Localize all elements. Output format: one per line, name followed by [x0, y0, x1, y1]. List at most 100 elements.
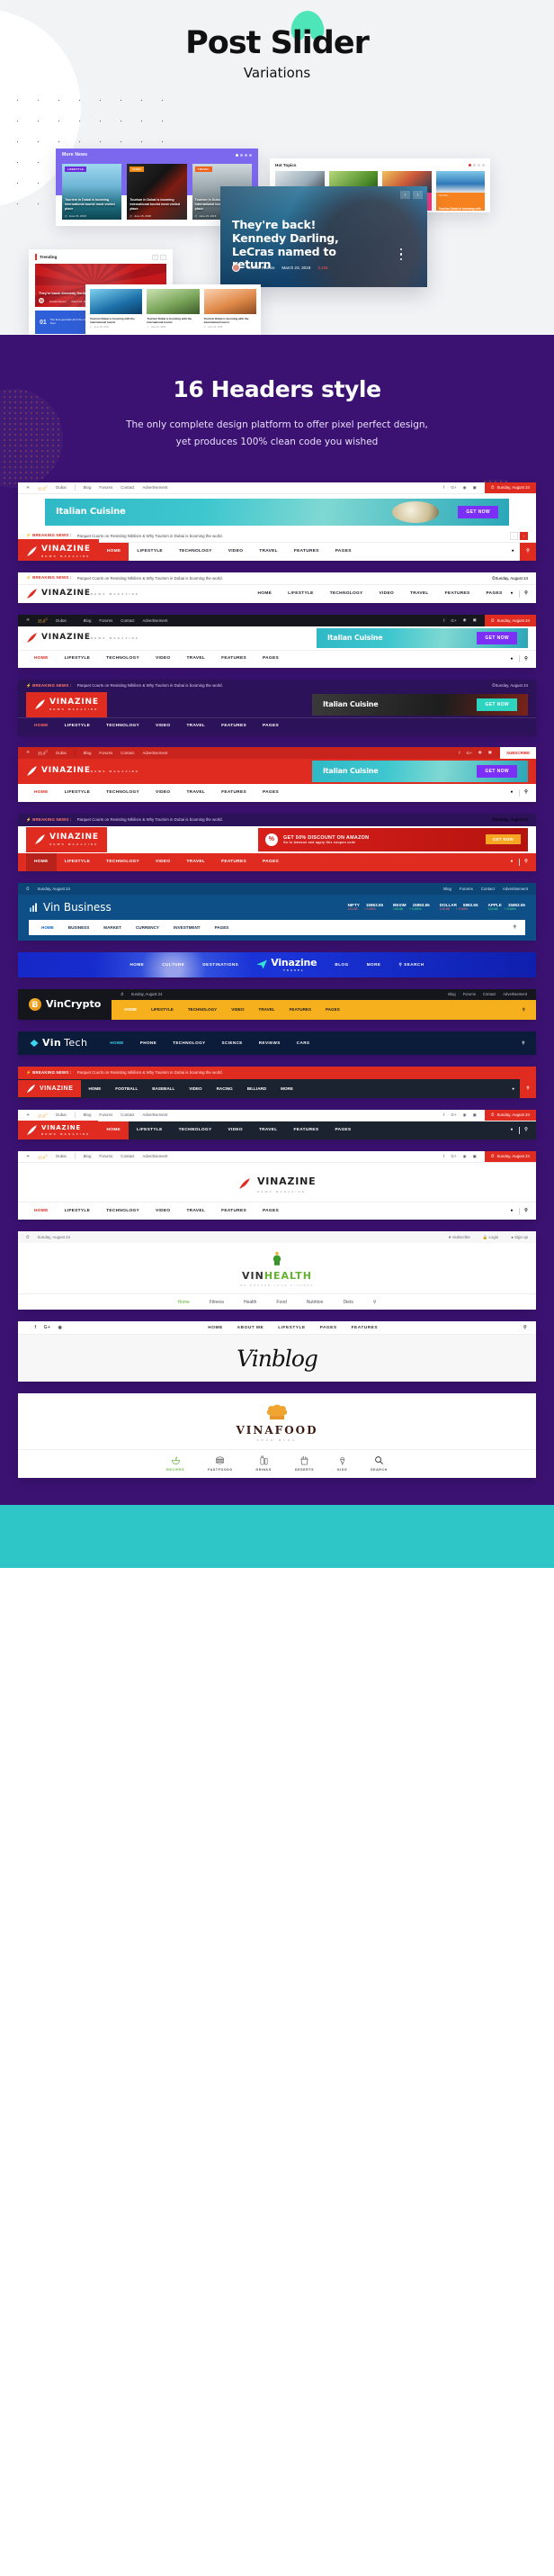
- nav-item-phone[interactable]: PHONE: [132, 1040, 165, 1045]
- subscribe-button[interactable]: SUBSCRIBE: [500, 747, 536, 759]
- nav-item-lifestyle[interactable]: LIFESTYLE: [57, 717, 99, 735]
- nav-item-reviews[interactable]: REVIEWS: [251, 1040, 289, 1045]
- topbar-link-forums[interactable]: Forums: [99, 1112, 112, 1117]
- header-vinbusiness[interactable]: ⏱ Sunday, August 24 Blog Forums Contact …: [18, 883, 536, 941]
- ad-cta-button[interactable]: GET NOW: [486, 834, 521, 844]
- ticker-item[interactable]: DOLLAR 5863.55 143.88 + 0.65%: [440, 903, 478, 911]
- nav-item-pages[interactable]: PAGES: [255, 853, 287, 871]
- main-nav[interactable]: RECIPES FASTFOODS DRINKS DESERTS KIDS SE…: [18, 1449, 536, 1478]
- search-icon[interactable]: ⚲: [524, 657, 528, 662]
- topbar-link-forums[interactable]: Forums: [99, 751, 112, 755]
- ad-banner-italian-cuisine[interactable]: Italian Cuisine GET NOW: [45, 499, 509, 526]
- ticker-item[interactable]: NIFTY 15863.55 143.88 + 0.65%: [348, 903, 383, 911]
- login-link[interactable]: 🔒 Login: [483, 1235, 498, 1240]
- nav-item-features[interactable]: FEATURES: [213, 784, 255, 802]
- nav-item-science[interactable]: SCIENCE: [214, 1040, 251, 1045]
- main-nav[interactable]: Home Fitness Health Food Nutrition Diets…: [18, 1293, 536, 1310]
- facebook-icon[interactable]: f: [443, 618, 444, 623]
- facebook-icon[interactable]: f: [459, 751, 460, 755]
- strip-card[interactable]: Tourism Dubai is booming with the intern…: [147, 289, 199, 332]
- user-icon[interactable]: ●: [510, 591, 513, 596]
- next-arrow-button[interactable]: ›: [520, 532, 528, 540]
- nav-item-lifestyle[interactable]: LIFESTYLE: [57, 1202, 99, 1220]
- main-nav[interactable]: VINAZINE HOME FOOTBALL BASEBALL VIDEO RA…: [18, 1079, 536, 1098]
- user-icon[interactable]: ●: [510, 1128, 513, 1132]
- topbar-link-forums[interactable]: Forums: [99, 618, 112, 623]
- nav-item-video[interactable]: VIDEO: [147, 650, 178, 668]
- search-icon[interactable]: ⚲: [514, 924, 520, 930]
- topbar-link-blog[interactable]: Blog: [84, 618, 92, 623]
- user-icon[interactable]: ●: [510, 1209, 513, 1213]
- nav-item-about-me[interactable]: ABOUT ME: [237, 1326, 264, 1330]
- main-nav[interactable]: HOME LIFESTYLE TECHNOLOGY VIDEO TRAVEL F…: [18, 784, 536, 802]
- nav-item-lifestyle[interactable]: LIFESTYLE: [278, 1326, 305, 1330]
- topbar-links[interactable]: Blog Forums Contact Advertisement: [84, 485, 168, 490]
- topbar-link-blog[interactable]: Blog: [448, 992, 455, 996]
- nav-item-search[interactable]: ⚲ SEARCH: [398, 962, 424, 968]
- brand-logo[interactable]: Vinblog: [18, 1335, 536, 1382]
- nav-item-features[interactable]: FEATURES: [282, 1007, 318, 1012]
- social-links[interactable]: 𝏬 f G+ ◉: [27, 1325, 62, 1330]
- nav-item-technology[interactable]: TECHNOLOGY: [98, 1202, 147, 1220]
- nav-item-pages[interactable]: PAGES: [255, 717, 287, 735]
- pinterest-icon[interactable]: ◉: [463, 485, 467, 491]
- header-vinblog[interactable]: 𝏬 f G+ ◉ HOME ABOUT ME LIFESTYLE PAGES F…: [18, 1321, 536, 1382]
- brand-logo[interactable]: VINAZINE NEWS MAGAZINE: [18, 1163, 536, 1202]
- nav-item-home[interactable]: HOME: [117, 1007, 144, 1012]
- topbar-link-forums[interactable]: Forums: [463, 992, 476, 996]
- user-icon[interactable]: ●: [512, 549, 514, 554]
- header-vinazine-red[interactable]: ☀ 25.8C Dubai Blog Forums Contact Advert…: [18, 747, 536, 802]
- nav-item-drinks[interactable]: DRINKS: [256, 1455, 272, 1472]
- nav-item-home[interactable]: HOME: [99, 543, 130, 561]
- nav-item-travel[interactable]: TRAVEL: [251, 543, 286, 561]
- nav-item-lifestyle[interactable]: LIFESTYLE: [129, 1121, 171, 1139]
- nav-item-technology[interactable]: TECHNOLOGY: [98, 650, 147, 668]
- nav-item-video[interactable]: VIDEO: [220, 543, 251, 561]
- nav-item-home[interactable]: HOME: [26, 1202, 57, 1220]
- topbar-link-advertisement[interactable]: Advertisement: [142, 485, 167, 490]
- nav-item-video[interactable]: VIDEO: [147, 784, 178, 802]
- slider-dots[interactable]: [236, 154, 252, 157]
- brand-logo[interactable]: VINAZINENEWS MAGAZINE: [26, 632, 139, 644]
- prev-arrow-button[interactable]: ‹: [510, 532, 518, 540]
- google-plus-icon[interactable]: G+: [451, 1112, 456, 1117]
- ad-banner-italian-cuisine[interactable]: Italian Cuisine GET NOW: [312, 761, 528, 782]
- brand-logo[interactable]: Vin Tech: [29, 1037, 87, 1049]
- nav-item-food[interactable]: Food: [276, 1300, 286, 1305]
- search-icon[interactable]: ⚲: [373, 1300, 377, 1305]
- pinterest-icon[interactable]: ◉: [478, 750, 482, 755]
- brand-logo[interactable]: Vinazine TRAVEL: [256, 957, 317, 972]
- topbar-link-blog[interactable]: Blog: [443, 887, 451, 891]
- nav-item-lifestyle[interactable]: LIFESTYLE: [57, 784, 99, 802]
- twitter-icon[interactable]: 𝏬: [27, 1325, 28, 1330]
- main-nav[interactable]: HOME BUSINESS MARKET CURRENCY INVESTMENT…: [29, 920, 525, 935]
- header-vinazine-simple[interactable]: ⚡ BREAKING NEWS : Parquet Courts on Resi…: [18, 572, 536, 603]
- nav-item-features[interactable]: FEATURES: [213, 1202, 255, 1220]
- ticker-item[interactable]: APPLE 15863.55 143.88 + 0.65%: [488, 903, 526, 911]
- nav-item-home[interactable]: HOME: [81, 1086, 108, 1091]
- nav-item-travel[interactable]: TRAVEL: [402, 585, 437, 603]
- brand-logo[interactable]: Vin Business: [29, 901, 112, 914]
- search-icon[interactable]: ⚲: [524, 1128, 528, 1132]
- instagram-icon[interactable]: ▣: [473, 1112, 477, 1118]
- google-plus-icon[interactable]: G+: [451, 1154, 456, 1158]
- strip-card[interactable]: Tourism Dubai is booming with the intern…: [90, 289, 142, 332]
- nav-item-features[interactable]: FEATURES: [286, 1121, 327, 1139]
- topbar-link-blog[interactable]: Blog: [84, 485, 92, 490]
- nav-item-technology[interactable]: TECHNOLOGY: [322, 585, 371, 603]
- header-vincrypto[interactable]: Ƀ VinCrypto ⏱ Sunday, August 24 Blog For…: [18, 989, 536, 1020]
- instagram-icon[interactable]: ▣: [473, 617, 477, 623]
- facebook-icon[interactable]: f: [443, 485, 444, 490]
- news-card[interactable]: LIFESTYLE Tourism in Dubai is booming in…: [62, 164, 121, 220]
- nav-item-technology[interactable]: TECHNOLOGY: [98, 853, 147, 871]
- user-icon[interactable]: ●: [510, 860, 513, 864]
- main-nav[interactable]: HOME LIFESTYLE TECHNOLOGY VIDEO TRAVEL F…: [112, 1000, 536, 1020]
- nav-item-business[interactable]: BUSINESS: [61, 925, 97, 930]
- nav-item-more[interactable]: MORE: [273, 1086, 300, 1091]
- main-nav[interactable]: HOME LIFESTYLE TECHNOLOGY VIDEO TRAVEL F…: [18, 717, 536, 735]
- nav-item-home[interactable]: HOME: [98, 1121, 129, 1139]
- category-tag[interactable]: TRAVEL: [195, 167, 212, 172]
- nav-item-blog[interactable]: BLOG: [335, 962, 348, 967]
- google-plus-icon[interactable]: G+: [451, 485, 456, 490]
- brand-logo[interactable]: VINAZINENEWS MAGAZINE: [18, 539, 99, 561]
